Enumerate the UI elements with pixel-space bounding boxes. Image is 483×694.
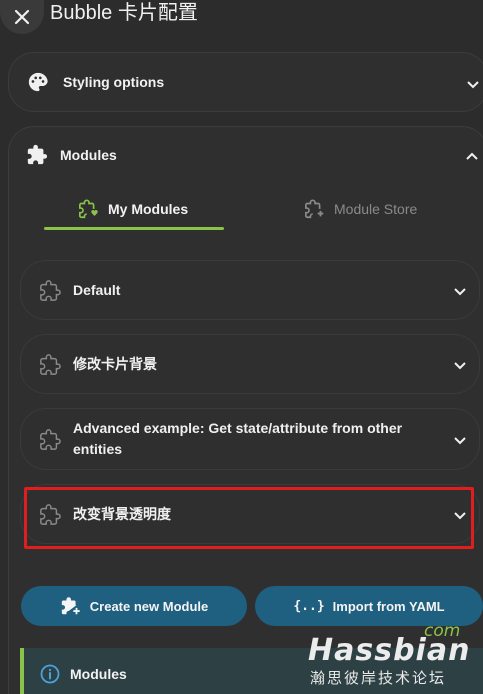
watermark-tagline: 瀚思彼岸技术论坛: [310, 669, 447, 687]
title-bar: Bubble 卡片配置: [0, 0, 483, 34]
chevron-down-icon[interactable]: [452, 432, 468, 448]
puzzle-outline-icon: [40, 429, 61, 450]
puzzle-outline-icon: [40, 354, 61, 375]
import-from-yaml-button[interactable]: {..} Import from YAML: [255, 586, 483, 626]
modules-label: Modules: [60, 147, 117, 163]
puzzle-icon: [27, 144, 48, 165]
module-item-advanced-example[interactable]: Advanced example: Get state/attribute fr…: [20, 408, 480, 470]
module-item-label: Advanced example: Get state/attribute fr…: [73, 420, 403, 457]
puzzle-plus-icon: [61, 597, 80, 615]
close-button[interactable]: [0, 0, 44, 34]
close-icon: [14, 9, 30, 25]
tab-my-modules-label: My Modules: [108, 201, 189, 217]
module-item-card-background[interactable]: 修改卡片背景: [20, 334, 480, 394]
modules-header[interactable]: Modules: [26, 144, 117, 166]
chevron-down-icon[interactable]: [452, 283, 468, 299]
info-icon: [40, 664, 60, 684]
chevron-down-icon[interactable]: [465, 76, 481, 92]
active-tab-indicator: [44, 227, 224, 230]
create-new-module-label: Create new Module: [89, 598, 209, 614]
import-from-yaml-label: Import from YAML: [332, 598, 445, 614]
module-item-label: 修改卡片背景: [73, 356, 157, 372]
styling-options-label: Styling options: [63, 74, 165, 90]
watermark-brand: Hassbian: [308, 633, 471, 668]
info-bar-label: Modules: [70, 666, 127, 682]
code-braces-icon: {..}: [293, 598, 325, 614]
puzzle-plus-icon: [305, 199, 324, 219]
palette-icon: [28, 72, 48, 92]
module-item-default[interactable]: Default: [20, 260, 480, 320]
tab-module-store[interactable]: Module Store: [304, 190, 417, 228]
highlight-box: [24, 487, 474, 549]
chevron-up-icon[interactable]: [464, 148, 480, 164]
tab-module-store-label: Module Store: [334, 201, 418, 217]
styling-options-panel[interactable]: Styling options: [8, 52, 483, 112]
chevron-down-icon[interactable]: [452, 357, 468, 373]
puzzle-outline-icon: [40, 280, 61, 301]
puzzle-heart-icon: [79, 199, 98, 219]
tab-my-modules[interactable]: My Modules: [78, 190, 188, 228]
create-new-module-button[interactable]: Create new Module: [21, 586, 247, 626]
page-title: Bubble 卡片配置: [50, 2, 198, 24]
module-item-label: Default: [73, 282, 121, 298]
